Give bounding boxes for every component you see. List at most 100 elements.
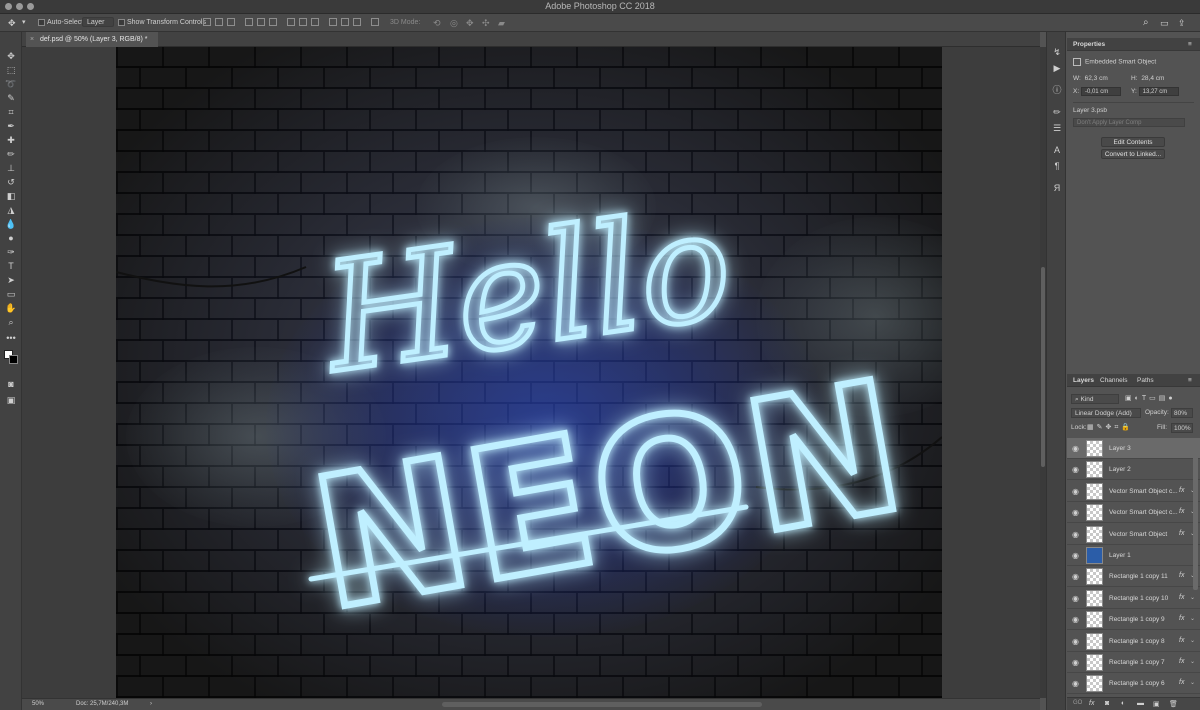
layer-name[interactable]: Vector Smart Object c... (1109, 509, 1178, 516)
crop-tool-icon[interactable]: ⌗ (5, 106, 17, 118)
add-layer-style-button[interactable]: fx (1089, 700, 1094, 707)
align-right-icon[interactable] (269, 18, 277, 26)
layer-name[interactable]: Rectangle 1 copy 7 (1109, 659, 1165, 666)
layer-row[interactable]: ◉ Rectangle 1 copy 8 fx ⌄ (1067, 631, 1200, 652)
visibility-eye-icon[interactable]: ◉ (1072, 487, 1081, 496)
height-value[interactable]: 28,4 cm (1141, 75, 1164, 82)
layer-effects-icon[interactable]: fx (1179, 530, 1184, 537)
layer-row[interactable]: ◉ Rectangle 1 copy 6 fx ⌄ (1067, 673, 1200, 695)
tab-layers[interactable]: Layers (1073, 377, 1094, 384)
layer-row[interactable]: ◉ Rectangle 1 copy 10 fx ⌄ (1067, 588, 1200, 609)
visibility-eye-icon[interactable]: ◉ (1072, 530, 1081, 539)
brushes-icon[interactable]: ✏ (1051, 106, 1063, 118)
layers-scrollbar-thumb[interactable] (1193, 440, 1198, 590)
history-brush-icon[interactable]: ↺ (5, 176, 17, 188)
scrollbar-thumb[interactable] (1041, 267, 1045, 467)
more-tools-icon[interactable]: ••• (5, 332, 17, 344)
tab-channels[interactable]: Channels (1100, 377, 1127, 384)
3d-pan-icon[interactable]: ✥ (466, 17, 474, 29)
layer-comp-dropdown[interactable]: Don't Apply Layer Comp (1073, 118, 1185, 127)
auto-align-icon[interactable] (371, 18, 379, 26)
paragraph-icon[interactable]: ¶ (1051, 160, 1063, 172)
expand-effects-icon[interactable]: ⌄ (1190, 637, 1195, 644)
visibility-eye-icon[interactable]: ◉ (1072, 465, 1081, 474)
tool-preset-picker[interactable]: ▾ (22, 17, 26, 29)
lasso-tool-icon[interactable]: ➰ (5, 78, 17, 90)
add-mask-icon[interactable]: ◙ (1105, 700, 1109, 707)
width-value[interactable]: 62,3 cm (1085, 75, 1108, 82)
layer-name[interactable]: Rectangle 1 copy 11 (1109, 573, 1168, 580)
quick-mask-icon[interactable]: ◙ (5, 378, 17, 390)
panel-menu-icon[interactable]: ≡ (1188, 41, 1192, 48)
align-vertical-center-icon[interactable] (215, 18, 223, 26)
layer-effects-icon[interactable]: fx (1179, 508, 1184, 515)
history-icon[interactable]: ↯ (1051, 46, 1063, 58)
layer-effects-icon[interactable]: fx (1179, 615, 1184, 622)
visibility-eye-icon[interactable]: ◉ (1072, 508, 1081, 517)
eyedropper-icon[interactable]: ✒ (5, 120, 17, 132)
distribute-left-icon[interactable] (329, 18, 337, 26)
expand-effects-icon[interactable]: ⌄ (1190, 658, 1195, 665)
edit-contents-button[interactable]: Edit Contents (1101, 137, 1165, 147)
document-tab[interactable]: × def.psd @ 50% (Layer 3, RGB/8) * (26, 32, 158, 47)
layer-name[interactable]: Rectangle 1 copy 9 (1109, 616, 1165, 623)
visibility-eye-icon[interactable]: ◉ (1072, 594, 1081, 603)
3d-scale-icon[interactable]: ▰ (498, 17, 505, 29)
3d-roll-icon[interactable]: ◎ (450, 17, 458, 29)
layer-row[interactable]: ◉Vector Smart Object c...fx⌄ (1067, 481, 1200, 502)
layer-row[interactable]: ◉ Layer 2 (1067, 459, 1200, 481)
hand-tool-icon[interactable]: ✋ (5, 302, 17, 314)
visibility-eye-icon[interactable]: ◉ (1072, 658, 1081, 667)
layer-name[interactable]: Rectangle 1 copy 10 (1109, 595, 1168, 602)
layer-row[interactable]: ◉Vector Smart Object c...fx⌄ (1067, 502, 1200, 524)
layer-row[interactable]: ◉ Layer 1 (1067, 545, 1200, 566)
paint-bucket-icon[interactable]: ◮ (5, 204, 17, 216)
zoom-level[interactable]: 50% (32, 701, 44, 707)
layer-name[interactable]: Vector Smart Object c... (1109, 488, 1178, 495)
convert-to-linked-button[interactable]: Convert to Linked... (1101, 149, 1165, 159)
document-workspace[interactable]: Hello NEON (22, 47, 1040, 698)
distribute-bottom-icon[interactable] (311, 18, 319, 26)
path-selection-icon[interactable]: ➤ (5, 274, 17, 286)
glyphs-icon[interactable]: Я (1051, 182, 1063, 194)
distribute-hcenter-icon[interactable] (341, 18, 349, 26)
visibility-eye-icon[interactable]: ◉ (1072, 572, 1081, 581)
3d-orbit-icon[interactable]: ⟲ (433, 17, 441, 29)
visibility-eye-icon[interactable]: ◉ (1072, 679, 1081, 688)
search-icon[interactable]: ⌕ (1143, 17, 1149, 29)
layer-row[interactable]: ◉Vector Smart Objectfx⌄ (1067, 524, 1200, 545)
clone-stamp-icon[interactable]: ⊥ (5, 162, 17, 174)
close-tab-icon[interactable]: × (30, 32, 34, 47)
layer-name[interactable]: Layer 1 (1109, 552, 1131, 559)
horizontal-scrollbar-thumb[interactable] (442, 702, 762, 707)
layer-name[interactable]: Rectangle 1 copy 6 (1109, 680, 1165, 687)
type-tool-icon[interactable]: T (5, 260, 17, 272)
visibility-eye-icon[interactable]: ◉ (1072, 637, 1081, 646)
canvas[interactable]: Hello NEON (116, 47, 942, 698)
distribute-top-icon[interactable] (287, 18, 295, 26)
3d-slide-icon[interactable]: ✣ (482, 17, 490, 29)
layer-name[interactable]: Layer 3 (1109, 445, 1131, 452)
fill-input[interactable]: 100% (1171, 423, 1193, 433)
auto-select-checkbox[interactable]: Auto-Select: (38, 17, 85, 29)
layer-row[interactable]: ◉ Rectangle 1 copy 9 fx ⌄ (1067, 609, 1200, 631)
layer-effects-icon[interactable]: fx (1179, 594, 1184, 601)
filter-type-icons[interactable]: ▣◐T▭▤● (1125, 394, 1176, 402)
layer-row[interactable]: ◉ Layer 3 (1067, 438, 1200, 459)
layer-effects-icon[interactable]: fx (1179, 679, 1184, 686)
eraser-tool-icon[interactable]: ◧ (5, 190, 17, 202)
actions-play-icon[interactable]: ▶ (1051, 62, 1063, 74)
expand-effects-icon[interactable]: ⌄ (1190, 615, 1195, 622)
y-input[interactable]: 13,27 cm (1138, 87, 1179, 96)
opacity-input[interactable]: 80% (1171, 408, 1193, 418)
layer-row[interactable]: ◉Rectangle 1 copy 11fx⌄ (1067, 566, 1200, 588)
show-transform-checkbox[interactable]: Show Transform Controls (118, 17, 206, 29)
layer-row[interactable]: ◉ Rectangle 1 copy 7 fx ⌄ (1067, 652, 1200, 673)
align-horizontal-center-icon[interactable] (257, 18, 265, 26)
layer-name[interactable]: Rectangle 1 copy 8 (1109, 638, 1165, 645)
move-tool-icon[interactable]: ✥ (8, 17, 16, 29)
lock-icons[interactable]: ▦✎✥⌗🔒 (1087, 423, 1133, 432)
distribute-center-icon[interactable] (299, 18, 307, 26)
workspace-icon[interactable]: ▭ (1160, 17, 1169, 29)
move-tool-icon[interactable]: ✥ (5, 50, 17, 62)
